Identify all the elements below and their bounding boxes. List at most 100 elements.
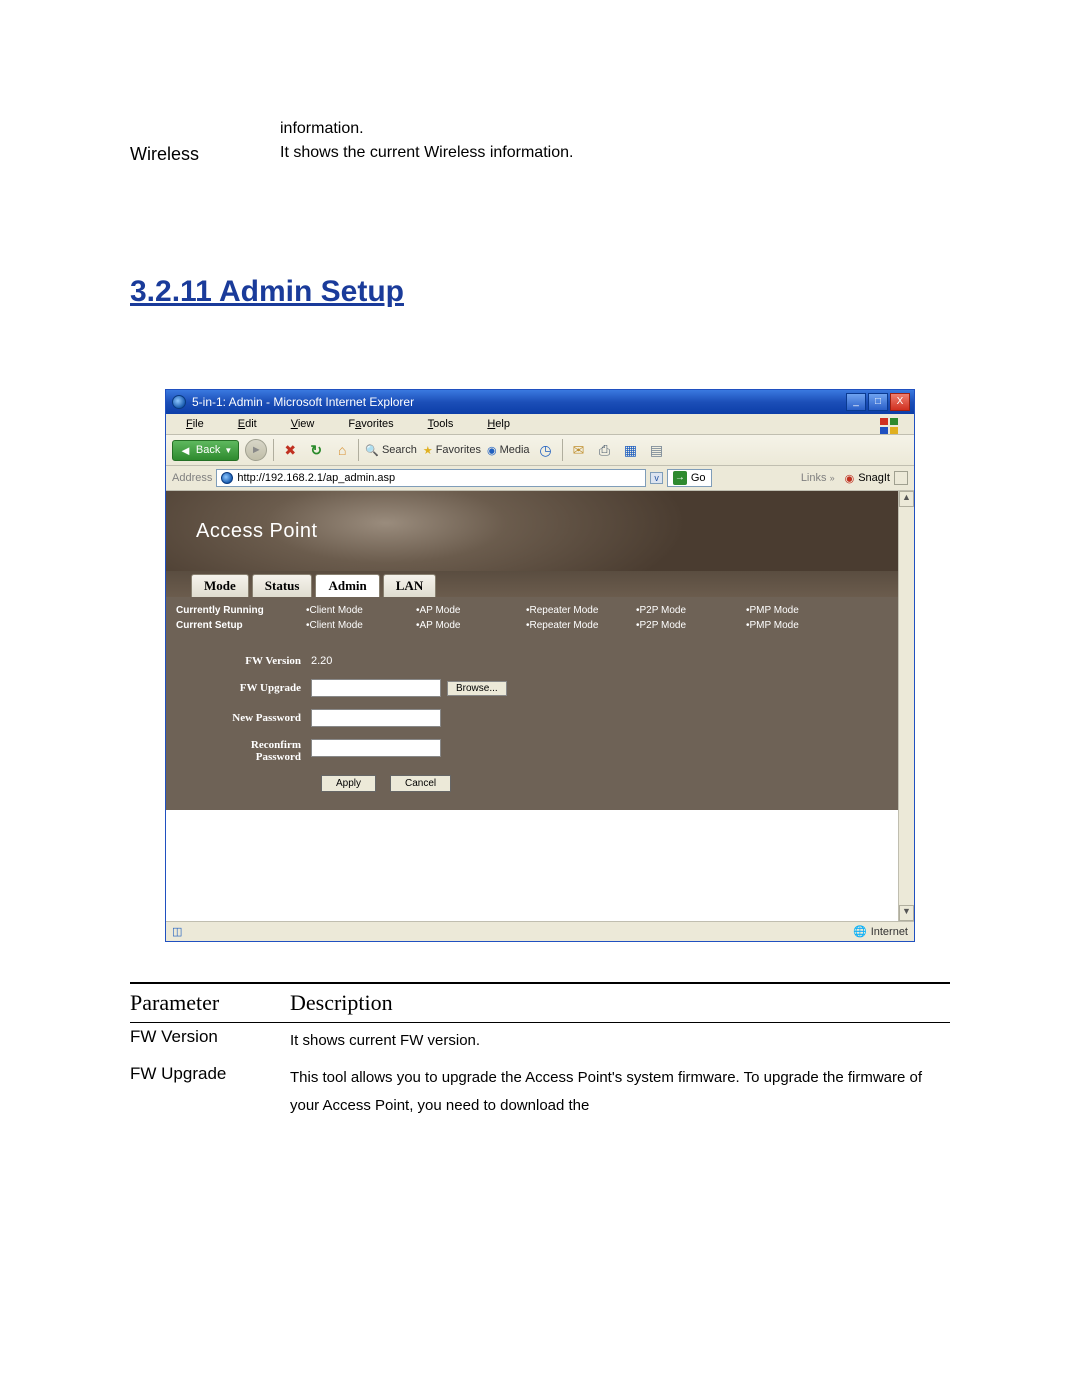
windows-flag-icon (878, 416, 902, 436)
close-button[interactable]: X (890, 393, 910, 411)
desc-fw-upgrade: This tool allows you to upgrade the Acce… (290, 1064, 950, 1121)
current-setup-label: Current Setup (166, 620, 306, 631)
address-input[interactable]: http://192.168.2.1/ap_admin.asp (216, 469, 646, 487)
desc-fw-version: It shows current FW version. (290, 1027, 950, 1056)
url-text: http://192.168.2.1/ap_admin.asp (237, 472, 395, 484)
browse-button[interactable]: Browse... (447, 681, 507, 696)
tab-admin[interactable]: Admin (315, 574, 379, 597)
ie-icon (172, 395, 186, 409)
go-label: Go (691, 472, 706, 484)
banner-title: Access Point (196, 520, 318, 543)
mail-icon[interactable]: ✉ (569, 440, 589, 460)
fw-version-label: FW Version (166, 655, 311, 667)
fw-upgrade-label: FW Upgrade (166, 682, 311, 694)
menu-tools[interactable]: Tools (412, 416, 470, 432)
snagit-button[interactable]: ◉ SnagIt (845, 471, 908, 485)
addressbar: Address http://192.168.2.1/ap_admin.asp … (166, 466, 914, 491)
maximize-button[interactable]: □ (868, 393, 888, 411)
new-password-label: New Password (166, 712, 311, 724)
media-button[interactable]: ◉ Media (487, 444, 530, 457)
mode-repeater-1[interactable]: •Repeater Mode (526, 605, 636, 616)
address-label: Address (172, 472, 212, 484)
refresh-icon[interactable]: ↻ (306, 440, 326, 460)
menu-view[interactable]: View (275, 416, 331, 432)
intro-table: information. Wireless It shows the curre… (130, 120, 950, 165)
mode-repeater-2[interactable]: •Repeater Mode (526, 620, 636, 631)
toolbar: ◄ Back ▼ ► ✖ ↻ ⌂ 🔍 Search ★ Favorites ◉ … (166, 435, 914, 466)
forward-button[interactable]: ► (245, 439, 267, 461)
menu-edit[interactable]: Edit (222, 416, 273, 432)
toolbar-separator (273, 439, 274, 461)
minimize-button[interactable]: _ (846, 393, 866, 411)
scroll-up-icon[interactable]: ▲ (899, 491, 914, 507)
back-label: Back (196, 444, 220, 456)
fw-upgrade-input[interactable] (311, 679, 441, 697)
param-fw-upgrade: FW Upgrade (130, 1064, 290, 1121)
internet-zone-icon: 🌐 (853, 925, 867, 938)
back-button[interactable]: ◄ Back ▼ (172, 440, 239, 461)
search-icon: 🔍 (365, 444, 379, 457)
mode-pmp-2[interactable]: •PMP Mode (746, 620, 856, 631)
go-button[interactable]: → Go (667, 469, 712, 487)
media-label: Media (500, 444, 530, 456)
section-heading: 3.2.11 Admin Setup (130, 275, 950, 309)
home-icon[interactable]: ⌂ (332, 440, 352, 460)
new-password-input[interactable] (311, 709, 441, 727)
tab-lan[interactable]: LAN (383, 574, 436, 597)
media-icon: ◉ (487, 444, 497, 457)
browser-window: 5-in-1: Admin - Microsoft Internet Explo… (165, 389, 915, 942)
statusbar: ◫ 🌐 Internet (166, 921, 914, 941)
menu-help[interactable]: Help (471, 416, 526, 432)
content-whitespace (166, 810, 898, 921)
intro-wireless-label: Wireless (130, 144, 280, 165)
mode-client-1[interactable]: •Client Mode (306, 605, 416, 616)
reconfirm-password-input[interactable] (311, 739, 441, 757)
address-dropdown-icon[interactable]: v (650, 472, 663, 484)
toolbar-separator-2 (358, 439, 359, 461)
scroll-down-icon[interactable]: ▼ (899, 905, 914, 921)
mode-ap-1[interactable]: •AP Mode (416, 605, 526, 616)
status-page-icon: ◫ (172, 925, 182, 938)
mode-client-2[interactable]: •Client Mode (306, 620, 416, 631)
snagit-extra-icon[interactable] (894, 471, 908, 485)
search-label: Search (382, 444, 417, 456)
menu-favorites[interactable]: Favorites (332, 416, 409, 432)
window-title: 5-in-1: Admin - Microsoft Internet Explo… (192, 395, 414, 409)
scrollbar[interactable]: ▲ ▼ (898, 491, 914, 921)
mode-p2p-2[interactable]: •P2P Mode (636, 620, 746, 631)
modes-bar: Currently Running •Client Mode •AP Mode … (166, 597, 898, 639)
header-parameter: Parameter (130, 990, 290, 1016)
mode-ap-2[interactable]: •AP Mode (416, 620, 526, 631)
favorites-button[interactable]: ★ Favorites (423, 444, 481, 457)
fw-version-value: 2.20 (311, 655, 332, 667)
tab-status[interactable]: Status (252, 574, 313, 597)
history-icon[interactable]: ◷ (536, 440, 556, 460)
param-fw-version: FW Version (130, 1027, 290, 1056)
stop-icon[interactable]: ✖ (280, 440, 300, 460)
search-button[interactable]: 🔍 Search (365, 444, 417, 457)
go-arrow-icon: → (673, 471, 687, 485)
print-icon[interactable]: ⎙ (595, 440, 615, 460)
menu-file[interactable]: File (170, 416, 220, 432)
back-arrow-icon: ◄ (179, 443, 192, 458)
discuss-icon[interactable]: ▤ (647, 440, 667, 460)
admin-form: FW Version 2.20 FW Upgrade Browse... New… (166, 639, 898, 810)
snagit-icon: ◉ (845, 472, 855, 485)
tab-mode[interactable]: Mode (191, 574, 249, 597)
links-label[interactable]: Links » (801, 472, 835, 484)
titlebar: 5-in-1: Admin - Microsoft Internet Explo… (166, 390, 914, 414)
apply-button[interactable]: Apply (321, 775, 376, 792)
snagit-label: SnagIt (858, 472, 890, 484)
favorites-label: Favorites (436, 444, 481, 456)
back-dropdown-icon: ▼ (224, 446, 232, 455)
cancel-button[interactable]: Cancel (390, 775, 451, 792)
internet-zone-label: Internet (871, 926, 908, 938)
mode-pmp-1[interactable]: •PMP Mode (746, 605, 856, 616)
mode-p2p-1[interactable]: •P2P Mode (636, 605, 746, 616)
menubar: File Edit View Favorites Tools Help (166, 414, 914, 435)
edit-icon[interactable]: ▦ (621, 440, 641, 460)
header-description: Description (290, 990, 950, 1016)
reconfirm-password-label: Reconfirm Password (166, 739, 311, 763)
intro-empty (130, 120, 280, 138)
currently-running-label: Currently Running (166, 605, 306, 616)
